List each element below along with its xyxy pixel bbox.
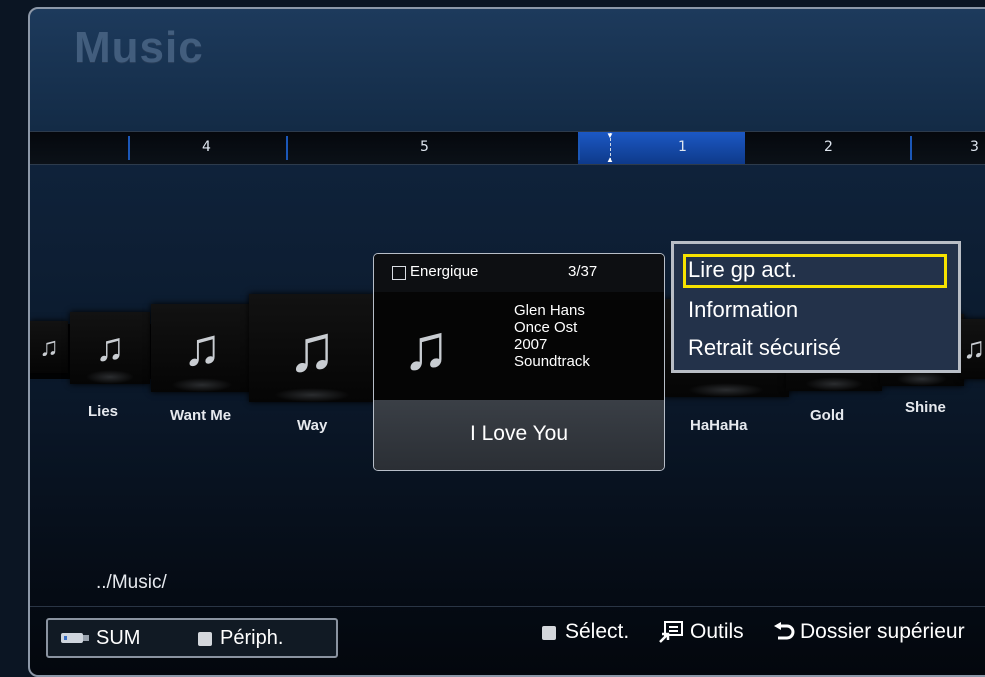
track-year: 2007 <box>514 336 548 353</box>
ruler-label[interactable]: 4 <box>202 139 211 155</box>
tools-icon <box>659 621 683 643</box>
album-tile[interactable]: ♫ <box>70 312 150 384</box>
ruler-tick <box>128 136 130 160</box>
tile-reflection <box>896 372 948 386</box>
track-count: 3/37 <box>568 263 598 280</box>
tile-reflection <box>86 370 134 384</box>
artist-name: Glen Hans <box>514 302 585 319</box>
album-tile[interactable]: ♫ <box>960 319 985 379</box>
track-genre: Soundtrack <box>514 353 590 370</box>
tools-menu: Lire gp act. Information Retrait sécuris… <box>671 241 961 373</box>
card-header: Energique 3/37 <box>374 254 664 292</box>
track-title: I Love You <box>469 422 569 445</box>
ruler-label[interactable]: 3 <box>970 139 979 155</box>
card-body: ♫ Glen Hans Once Ost 2007 Soundtrack <box>374 292 664 400</box>
ruler-tick <box>578 136 580 160</box>
current-path: ../Music/ <box>96 572 167 593</box>
periph-label: Périph. <box>220 627 284 649</box>
tools-hint[interactable]: Outils <box>690 620 744 644</box>
card-footer: I Love You <box>374 400 664 470</box>
return-icon <box>774 622 795 640</box>
tile-reflection <box>274 388 350 402</box>
device-selector[interactable]: SUM Périph. <box>46 618 338 658</box>
menu-item-play-group[interactable]: Lire gp act. <box>688 257 797 283</box>
song-label[interactable]: Way <box>297 417 327 434</box>
mood-label: Energique <box>410 263 479 280</box>
track-metadata: Glen Hans Once Ost 2007 Soundtrack <box>514 302 590 370</box>
cursor-up-arrow-icon: ▼ <box>606 131 614 140</box>
music-note-icon: ♫ <box>95 325 125 370</box>
song-label[interactable]: HaHaHa <box>690 417 748 434</box>
music-note-icon: ♫ <box>182 319 222 377</box>
music-note-icon: ♫ <box>39 331 59 362</box>
usb-device-icon <box>61 633 89 643</box>
tile-reflection <box>171 378 233 392</box>
select-button-icon <box>542 626 556 640</box>
album-tile[interactable]: ♫ <box>30 321 68 373</box>
song-label[interactable]: Lies <box>88 403 118 420</box>
ruler-label[interactable]: 2 <box>824 139 833 155</box>
album-tile[interactable]: ♫ <box>151 304 253 392</box>
music-note-icon: ♫ <box>962 332 985 365</box>
ruler-tick <box>286 136 288 160</box>
menu-item-safe-remove[interactable]: Retrait sécurisé <box>688 335 841 361</box>
sum-label: SUM <box>96 627 141 649</box>
song-label[interactable]: Gold <box>810 407 844 424</box>
tile-reflection <box>688 383 764 397</box>
cursor-down-arrow-icon: ▲ <box>606 155 614 164</box>
ruler-label[interactable]: 1 <box>678 139 687 155</box>
music-note-icon: ♫ <box>287 311 337 385</box>
focused-track-card[interactable]: Energique 3/37 ♫ Glen Hans Once Ost 2007… <box>373 253 665 471</box>
ruler-label[interactable]: 5 <box>420 139 429 155</box>
music-window: Music 4 5 1 2 3 ▼ ▲ ♫ ♫ ♫ ♫ ♫ Lies Want … <box>28 7 985 677</box>
page-title: Music <box>74 23 204 72</box>
select-hint[interactable]: Sélect. <box>565 620 629 644</box>
album-name: Once Ost <box>514 319 578 336</box>
song-label[interactable]: Shine <box>905 399 946 416</box>
ruler-tick <box>910 136 912 160</box>
album-tile[interactable]: ♫ <box>249 294 375 402</box>
parent-folder-hint[interactable]: Dossier supérieur <box>800 620 965 644</box>
song-label[interactable]: Want Me <box>170 407 231 424</box>
ruler-active-segment <box>578 132 745 164</box>
bottom-bar: SUM Périph. Sélect. Outils Dossier supér… <box>30 606 985 675</box>
mood-checkbox[interactable] <box>392 266 406 280</box>
red-button-icon <box>198 632 212 646</box>
music-note-icon: ♫ <box>402 311 450 383</box>
timeline-ruler: 4 5 1 2 3 <box>30 131 985 165</box>
menu-item-information[interactable]: Information <box>688 297 798 323</box>
tile-reflection <box>805 377 863 391</box>
